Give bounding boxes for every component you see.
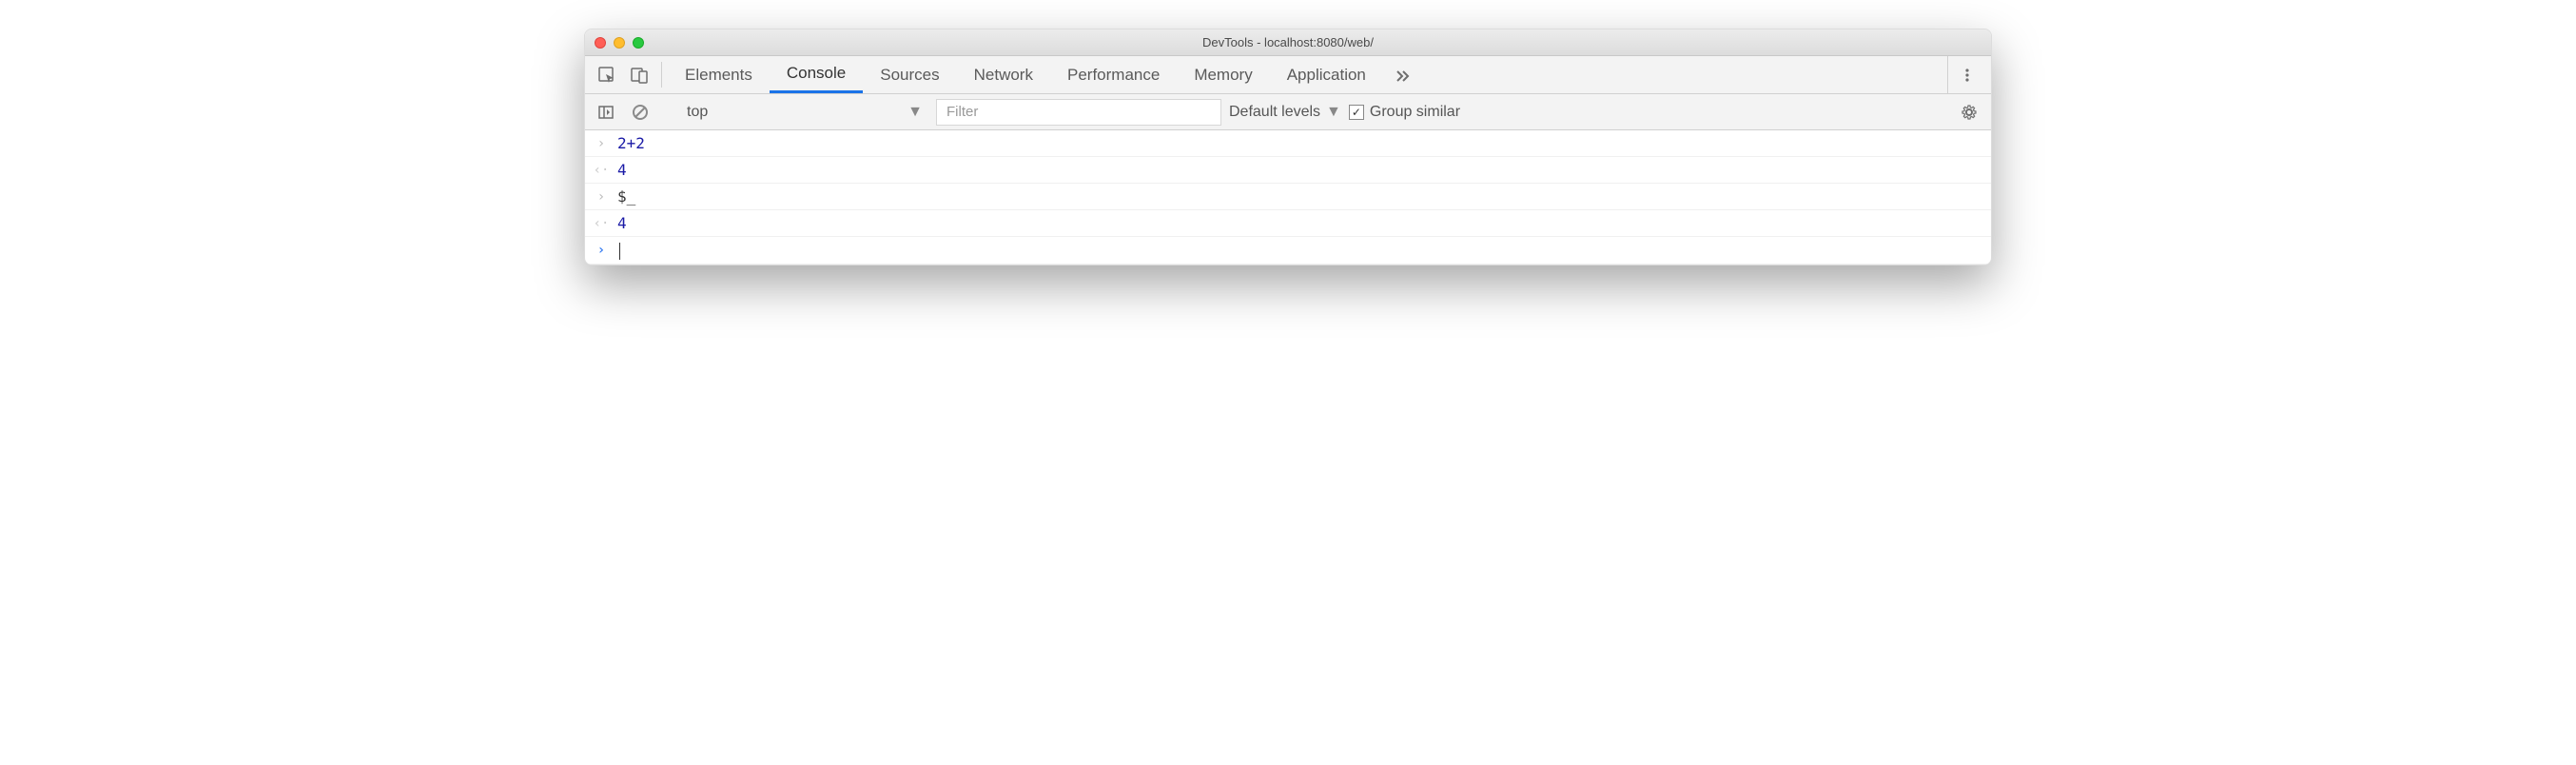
inspect-element-icon[interactable]: [591, 56, 623, 93]
cursor: [619, 243, 620, 260]
dropdown-icon: ▼: [907, 104, 923, 121]
tabs-container: ElementsConsoleSourcesNetworkPerformance…: [668, 56, 1383, 93]
tab-memory[interactable]: Memory: [1177, 56, 1269, 93]
tab-elements[interactable]: Elements: [668, 56, 770, 93]
console-row-content: 2+2: [617, 134, 1981, 152]
tab-performance[interactable]: Performance: [1050, 56, 1177, 93]
group-similar-toggle[interactable]: ✓ Group similar: [1349, 104, 1460, 121]
console-row-content: $_: [617, 187, 1981, 206]
checkbox-icon: ✓: [1349, 105, 1364, 120]
tab-application[interactable]: Application: [1270, 56, 1383, 93]
filter-placeholder: Filter: [946, 104, 978, 120]
console-row-content: 4: [617, 161, 1981, 179]
dropdown-icon: ▼: [1326, 104, 1341, 121]
console-row-prompt: ›: [585, 237, 1991, 265]
filter-input[interactable]: Filter: [936, 99, 1221, 126]
console-settings-icon[interactable]: [1955, 103, 1983, 122]
toggle-sidebar-icon[interactable]: [593, 99, 619, 126]
group-similar-label: Group similar: [1370, 104, 1460, 121]
console-row-output: ‹· 4: [585, 157, 1991, 184]
device-toggle-icon[interactable]: [623, 56, 655, 93]
console-output[interactable]: › 2+2 ‹· 4 › $_ ‹· 4 ›: [585, 130, 1991, 265]
tab-sources[interactable]: Sources: [863, 56, 956, 93]
console-row-input: › $_: [585, 184, 1991, 210]
log-levels-label: Default levels: [1229, 104, 1320, 121]
devtools-window: DevTools - localhost:8080/web/ ElementsC…: [584, 29, 1992, 265]
console-row-output: ‹· 4: [585, 210, 1991, 237]
settings-menu-icon[interactable]: [1947, 56, 1985, 93]
output-marker-icon: ‹·: [595, 216, 608, 231]
divider: [661, 62, 662, 88]
tab-network[interactable]: Network: [957, 56, 1050, 93]
titlebar: DevTools - localhost:8080/web/: [585, 29, 1991, 56]
console-toolbar: top ▼ Filter Default levels ▼ ✓ Group si…: [585, 94, 1991, 130]
clear-console-icon[interactable]: [627, 99, 654, 126]
prompt-marker-icon: ›: [595, 243, 608, 258]
context-selector-label: top: [687, 104, 708, 121]
tabbar: ElementsConsoleSourcesNetworkPerformance…: [585, 56, 1991, 94]
log-levels-selector[interactable]: Default levels ▼: [1229, 104, 1341, 121]
console-row-content: 4: [617, 214, 1981, 232]
console-row-content: [617, 241, 1981, 260]
context-selector[interactable]: top ▼: [681, 104, 928, 121]
console-row-input: › 2+2: [585, 130, 1991, 157]
input-marker-icon: ›: [595, 189, 608, 205]
window-title: DevTools - localhost:8080/web/: [585, 35, 1991, 49]
output-marker-icon: ‹·: [595, 163, 608, 178]
more-tabs-icon[interactable]: [1383, 56, 1421, 93]
input-marker-icon: ›: [595, 136, 608, 151]
tab-console[interactable]: Console: [770, 56, 863, 93]
